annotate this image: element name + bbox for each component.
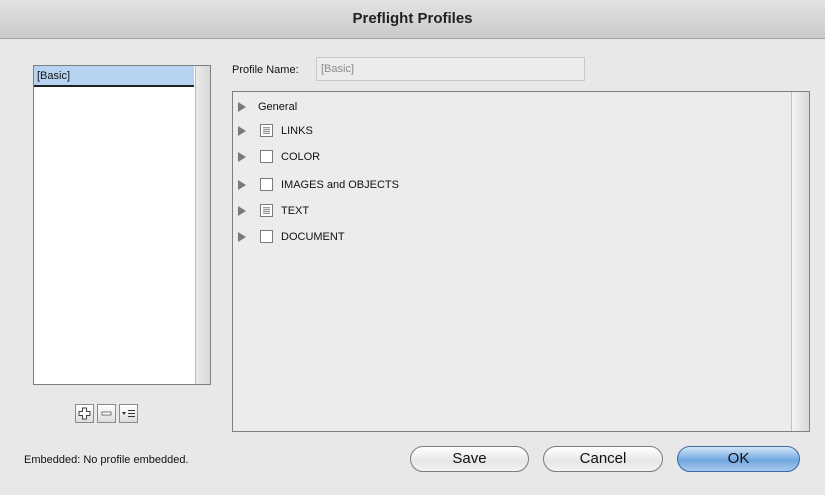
embedded-status: Embedded: No profile embedded. (24, 454, 189, 466)
tree-row-document[interactable]: DOCUMENT (233, 226, 773, 248)
expand-triangle-icon[interactable] (238, 206, 246, 216)
tree-row-color[interactable]: COLOR (233, 146, 773, 168)
window-title: Preflight Profiles (0, 0, 825, 39)
new-profile-button[interactable] (75, 404, 94, 423)
expand-triangle-icon[interactable] (238, 152, 246, 162)
tree-row-general[interactable]: General (233, 96, 773, 118)
delete-profile-button[interactable] (97, 404, 116, 423)
profiles-list-scrollbar[interactable] (195, 66, 210, 384)
profile-name-field[interactable] (316, 57, 585, 81)
links-checkbox[interactable] (260, 124, 273, 137)
minus-icon (101, 411, 112, 416)
tree-label: IMAGES and OBJECTS (281, 179, 399, 191)
color-checkbox[interactable] (260, 150, 273, 163)
profile-menu-button[interactable] (119, 404, 138, 423)
expand-triangle-icon[interactable] (238, 102, 246, 112)
cancel-button[interactable]: Cancel (543, 446, 663, 472)
profile-name-label: Profile Name: (232, 64, 299, 76)
text-checkbox[interactable] (260, 204, 273, 217)
expand-triangle-icon[interactable] (238, 232, 246, 242)
expand-triangle-icon[interactable] (238, 180, 246, 190)
expand-triangle-icon[interactable] (238, 126, 246, 136)
ok-button[interactable]: OK (677, 446, 800, 472)
rules-tree[interactable]: General LINKS COLOR IMAGES and OBJECTS T… (232, 91, 810, 432)
profile-item-basic[interactable]: [Basic] (34, 66, 194, 87)
images-and-objects-checkbox[interactable] (260, 178, 273, 191)
tree-label: LINKS (281, 125, 313, 137)
tree-row-images-and-objects[interactable]: IMAGES and OBJECTS (233, 174, 773, 196)
tree-row-text[interactable]: TEXT (233, 200, 773, 222)
preflight-profiles-dialog: Preflight Profiles [Basic] Profile Name: (0, 0, 825, 495)
tree-label: COLOR (281, 151, 321, 163)
plus-icon (78, 407, 91, 420)
list-menu-icon (122, 410, 135, 417)
document-checkbox[interactable] (260, 230, 273, 243)
tree-label: General (258, 101, 298, 113)
tree-label: TEXT (281, 205, 310, 217)
profiles-list[interactable]: [Basic] (33, 65, 211, 385)
tree-label: DOCUMENT (281, 231, 345, 243)
save-button[interactable]: Save (410, 446, 529, 472)
rules-tree-scrollbar[interactable] (791, 92, 809, 431)
tree-row-links[interactable]: LINKS (233, 120, 773, 142)
